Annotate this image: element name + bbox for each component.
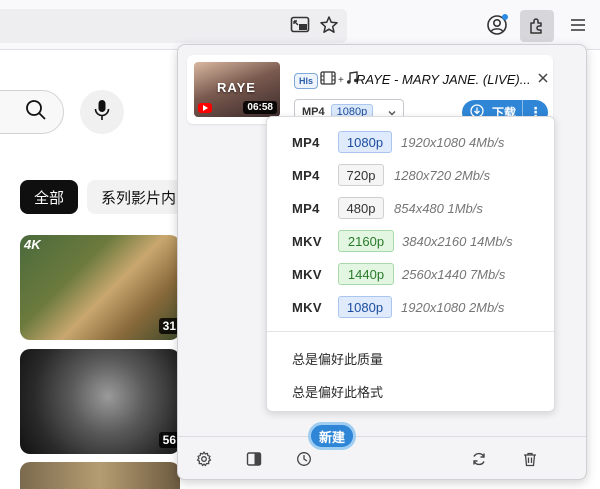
close-icon[interactable] bbox=[535, 70, 551, 86]
microphone-icon bbox=[94, 99, 110, 126]
option-resolution: 480p bbox=[338, 197, 384, 219]
format-option[interactable]: MP4 480p 854x480 1Mb/s bbox=[267, 194, 554, 222]
format-option[interactable]: MKV 2160p 3840x2160 14Mb/s bbox=[267, 227, 554, 255]
youtube-logo-icon bbox=[198, 103, 212, 113]
browser-toolbar bbox=[0, 0, 600, 50]
option-resolution: 1080p bbox=[338, 131, 392, 153]
option-resolution: 720p bbox=[338, 164, 384, 186]
option-resolution: 1080p bbox=[338, 296, 392, 318]
option-details: 1920x1080 4Mb/s bbox=[401, 134, 505, 150]
chip-all[interactable]: 全部 bbox=[20, 180, 79, 214]
youtube-search-button[interactable] bbox=[0, 90, 64, 134]
option-format: MP4 bbox=[292, 200, 320, 216]
option-resolution: 1440p bbox=[338, 263, 394, 285]
prefer-format-option[interactable]: 总是偏好此格式 bbox=[292, 382, 383, 401]
notification-dot bbox=[502, 14, 508, 20]
media-card: RAYE 06:58 Hls + RAYE - MARY JANE. (LIVE… bbox=[187, 55, 553, 125]
menu-divider bbox=[267, 331, 554, 332]
search-icon bbox=[25, 99, 47, 126]
picture-in-picture-icon[interactable] bbox=[287, 12, 313, 38]
option-details: 2560x1440 7Mb/s bbox=[402, 266, 506, 282]
format-option[interactable]: MKV 1440p 2560x1440 7Mb/s bbox=[267, 260, 554, 288]
video-thumbnail[interactable] bbox=[20, 462, 180, 489]
quality-badge: 4K bbox=[24, 237, 41, 252]
option-resolution: 2160p bbox=[338, 230, 394, 252]
downloader-popup: RAYE 06:58 Hls + RAYE - MARY JANE. (LIVE… bbox=[177, 44, 587, 480]
format-dropdown-menu: MP4 1080p 1920x1080 4Mb/s MP4 720p 1280x… bbox=[266, 116, 555, 412]
hamburger-menu-icon[interactable] bbox=[565, 12, 591, 38]
refresh-icon[interactable] bbox=[470, 450, 488, 468]
plus-icon: + bbox=[338, 74, 344, 86]
option-format: MP4 bbox=[292, 167, 320, 183]
media-thumbnail: RAYE 06:58 bbox=[194, 62, 280, 117]
prefer-quality-option[interactable]: 总是偏好此质量 bbox=[292, 349, 383, 368]
bookmark-star-icon[interactable] bbox=[316, 12, 342, 38]
thumbnail-title: RAYE bbox=[217, 80, 256, 95]
option-format: MKV bbox=[292, 266, 322, 282]
chip-series[interactable]: 系列影片内 bbox=[87, 180, 187, 214]
hls-badge: Hls bbox=[294, 73, 319, 89]
extensions-icon[interactable] bbox=[520, 10, 554, 42]
account-icon[interactable] bbox=[484, 12, 510, 38]
format-option[interactable]: MP4 1080p 1920x1080 4Mb/s bbox=[267, 128, 554, 156]
option-details: 3840x2160 14Mb/s bbox=[402, 233, 513, 249]
trash-icon[interactable] bbox=[521, 450, 539, 468]
option-format: MP4 bbox=[292, 134, 320, 150]
option-details: 1280x720 2Mb/s bbox=[394, 167, 491, 183]
option-format: MKV bbox=[292, 299, 322, 315]
video-thumbnail[interactable]: 56 bbox=[20, 349, 180, 454]
option-details: 1920x1080 2Mb/s bbox=[401, 299, 505, 315]
format-option[interactable]: MKV 1080p 1920x1080 2Mb/s bbox=[267, 293, 554, 321]
media-duration: 06:58 bbox=[243, 101, 277, 114]
microphone-button[interactable] bbox=[80, 90, 124, 134]
popup-bottom-bar bbox=[178, 436, 586, 480]
settings-icon[interactable] bbox=[195, 450, 213, 468]
media-title: RAYE - MARY JANE. (LIVE)... bbox=[356, 72, 531, 87]
video-thumbnail[interactable]: 4K 31 bbox=[20, 235, 180, 340]
video-icon bbox=[320, 70, 336, 90]
new-button[interactable]: 新建 bbox=[308, 422, 356, 450]
sidebar-icon[interactable] bbox=[245, 450, 263, 468]
format-option[interactable]: MP4 720p 1280x720 2Mb/s bbox=[267, 161, 554, 189]
media-type-icons: + bbox=[320, 70, 358, 90]
history-icon[interactable] bbox=[295, 450, 313, 468]
option-format: MKV bbox=[292, 233, 322, 249]
option-details: 854x480 1Mb/s bbox=[394, 200, 483, 216]
